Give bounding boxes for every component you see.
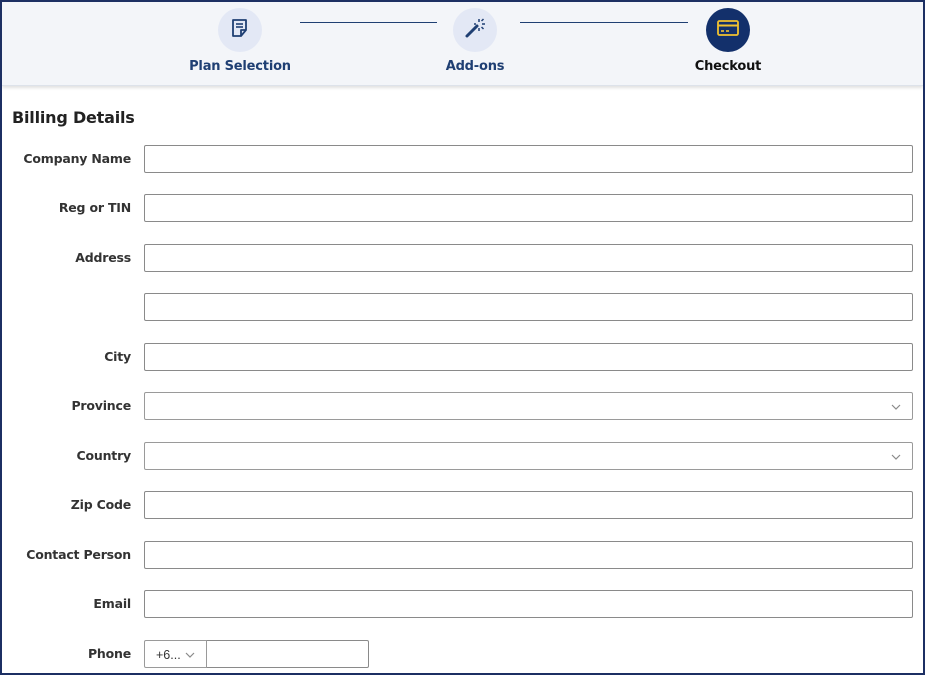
chevron-down-icon: [890, 450, 902, 468]
province-label: Province: [71, 398, 131, 413]
step-add-ons-circle: [453, 8, 497, 52]
city-field[interactable]: [144, 343, 913, 371]
email-row: Email: [2, 590, 923, 618]
step-add-ons[interactable]: Add-ons: [405, 8, 545, 74]
phone-label: Phone: [87, 646, 131, 661]
city-label: City: [104, 349, 131, 364]
city-row: City: [2, 343, 923, 371]
checkout-window: Plan Selection Add-ons Checkout Billing …: [0, 0, 925, 675]
company-name-row: Company Name: [2, 145, 923, 173]
zip-code-label: Zip Code: [70, 497, 131, 512]
reg-tin-row: Reg or TIN: [2, 194, 923, 222]
address-line2-row: [2, 293, 923, 321]
step-checkout[interactable]: Checkout: [658, 8, 798, 74]
zip-code-row: Zip Code: [2, 491, 923, 519]
step-plan-selection-circle: [218, 8, 262, 52]
step-checkout-circle: [706, 8, 750, 52]
country-select[interactable]: [144, 442, 913, 470]
step-label: Plan Selection: [189, 59, 291, 74]
chevron-down-icon: [184, 648, 196, 666]
contact-person-row: Contact Person: [2, 541, 923, 569]
section-title: Billing Details: [12, 108, 135, 127]
phone-number-field[interactable]: [207, 640, 369, 668]
contact-person-label: Contact Person: [26, 547, 131, 562]
phone-country-code-value: +6...: [156, 648, 181, 662]
phone-country-code-select[interactable]: +6...: [144, 640, 207, 668]
reg-tin-label: Reg or TIN: [58, 200, 131, 215]
address-label: Address: [75, 250, 131, 265]
country-row: Country: [2, 442, 923, 470]
email-label: Email: [93, 596, 131, 611]
step-label: Add-ons: [445, 59, 505, 74]
reg-tin-field[interactable]: [144, 194, 913, 222]
company-name-field[interactable]: [144, 145, 913, 173]
zip-code-field[interactable]: [144, 491, 913, 519]
phone-row: Phone +6...: [2, 640, 923, 668]
document-icon: [229, 17, 251, 44]
step-plan-selection[interactable]: Plan Selection: [170, 8, 310, 74]
company-name-label: Company Name: [23, 151, 131, 166]
chevron-down-icon: [890, 400, 902, 418]
contact-person-field[interactable]: [144, 541, 913, 569]
province-row: Province: [2, 392, 923, 420]
magic-wand-icon: [463, 16, 487, 45]
province-select[interactable]: [144, 392, 913, 420]
address-row: Address: [2, 244, 923, 272]
country-label: Country: [76, 448, 132, 463]
progress-stepper: Plan Selection Add-ons Checkout: [2, 2, 923, 86]
credit-card-icon: [716, 18, 740, 43]
address-line2-field[interactable]: [144, 293, 913, 321]
address-line1-field[interactable]: [144, 244, 913, 272]
email-field[interactable]: [144, 590, 913, 618]
step-label: Checkout: [694, 59, 762, 74]
